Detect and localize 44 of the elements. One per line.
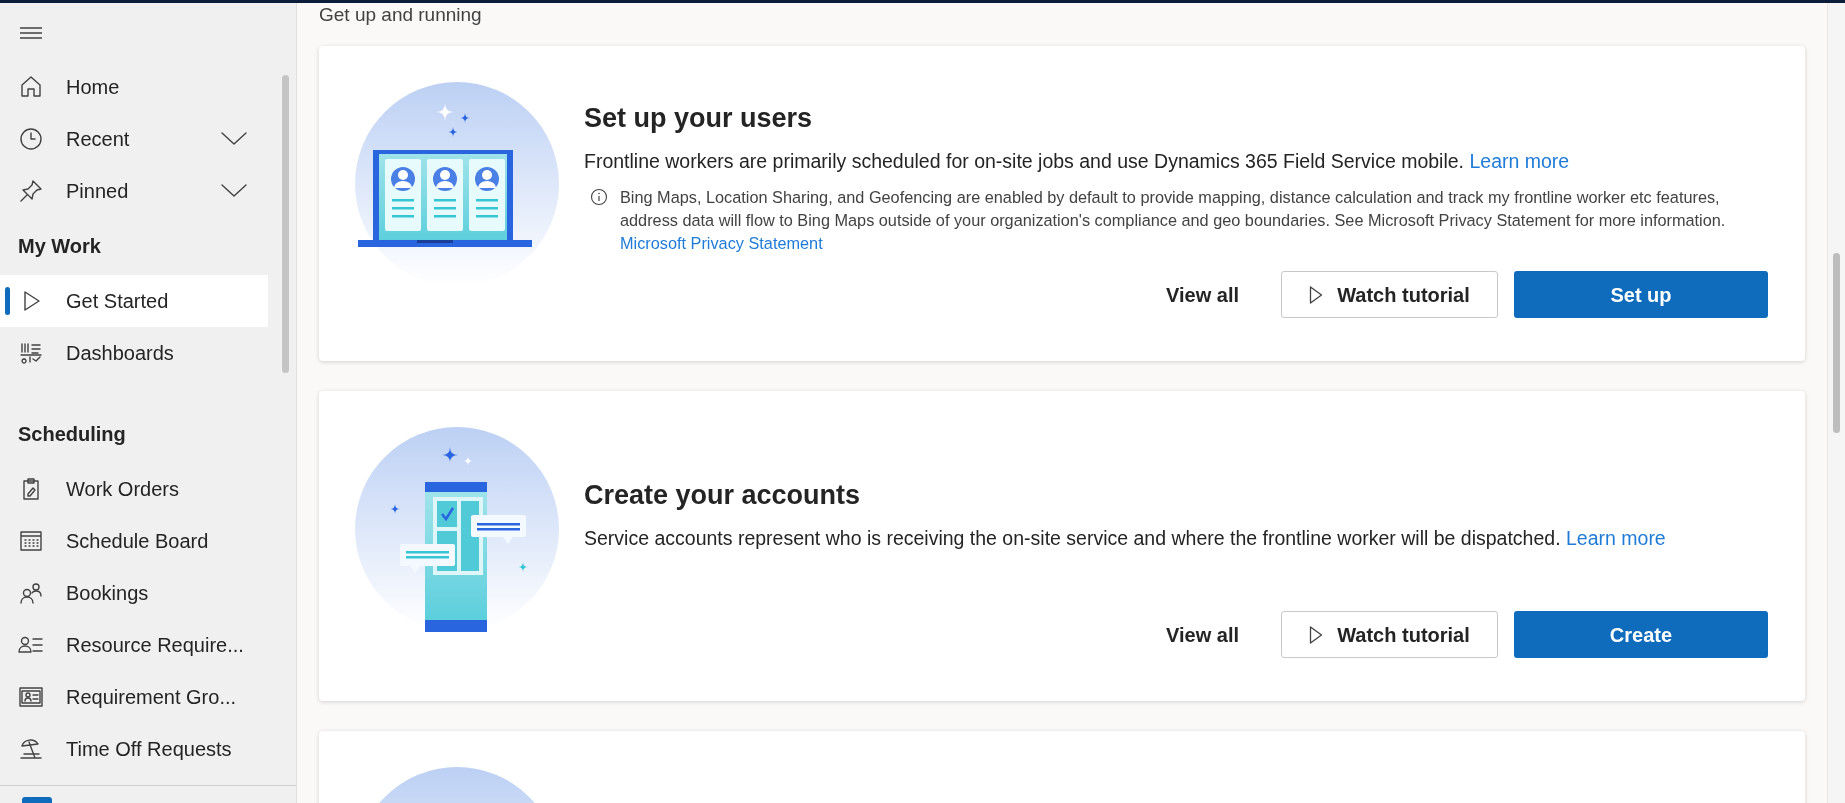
view-all-button[interactable]: View all [1150, 271, 1255, 318]
home-icon [18, 74, 44, 100]
id-card-icon [18, 684, 44, 710]
selected-nav-row[interactable]: Get Started [0, 275, 268, 327]
card-description: Service accounts represent who is receiving the on-site service and where the frontline worker will be dispatched. Learn more [584, 525, 1666, 551]
nav-item[interactable]: Resource Require... [66, 630, 244, 660]
nav-item[interactable]: Pinned [66, 176, 129, 206]
pin-icon [18, 178, 44, 204]
scrollbar-thumb[interactable] [1833, 253, 1840, 433]
selection-indicator [5, 287, 10, 315]
nav-item[interactable]: Recent [66, 124, 130, 154]
nav-item[interactable]: Work Orders [66, 474, 179, 504]
clock-icon [18, 126, 44, 152]
view-all-button[interactable]: View all [1150, 611, 1255, 658]
scrollbar-thumb[interactable] [282, 75, 289, 373]
dashboard-icon [18, 340, 44, 366]
learn-more-link[interactable]: Learn more [1566, 526, 1666, 549]
set-up-button[interactable]: Set up [1514, 271, 1768, 318]
section-heading: My Work [17, 234, 102, 259]
calendar-icon [18, 528, 44, 554]
beach-icon [18, 736, 44, 762]
card-title: Set up your users [584, 102, 814, 136]
nav-item[interactable]: Time Off Requests [66, 734, 232, 764]
create-button[interactable]: Create [1514, 611, 1768, 658]
learn-more-link[interactable]: Learn more [1469, 149, 1570, 172]
privacy-statement-link[interactable]: Microsoft Privacy Statement [620, 233, 823, 252]
privacy-notice: Bing Maps, Location Sharing, and Geofencing are enabled by default to provide mapping, distance calculation and track my frontline worker etc features, address data will flow to Bing Maps outside of your organization's compliance and geo boundaries. See Microsoft Privacy Statement for more information. Microsoft Privacy Statement [620, 186, 1727, 254]
nav-item[interactable]: Home [66, 72, 120, 102]
card-description: Frontline workers are primarily scheduled for on-site jobs and use Dynamics 365 Field Service mobile. Learn more [584, 148, 1571, 174]
nav-item[interactable]: Schedule Board [66, 526, 209, 556]
card-title: Create your accounts [584, 479, 862, 513]
people-icon [18, 580, 44, 606]
page-heading: Get up and running [319, 3, 483, 24]
nav-item[interactable]: Dashboards [66, 338, 174, 368]
watch-tutorial-button[interactable]: Watch tutorial [1281, 611, 1498, 658]
play-icon [1309, 284, 1324, 305]
watch-tutorial-button[interactable]: Watch tutorial [1281, 271, 1498, 318]
app-icon[interactable] [22, 797, 52, 803]
section-heading: Scheduling [17, 422, 127, 447]
play-icon [1309, 624, 1324, 645]
nav-item[interactable]: Bookings [66, 578, 149, 608]
nav-item[interactable]: Requirement Gro... [66, 682, 237, 712]
info-icon [590, 187, 608, 206]
nav-item-label: Get Started [66, 289, 169, 314]
